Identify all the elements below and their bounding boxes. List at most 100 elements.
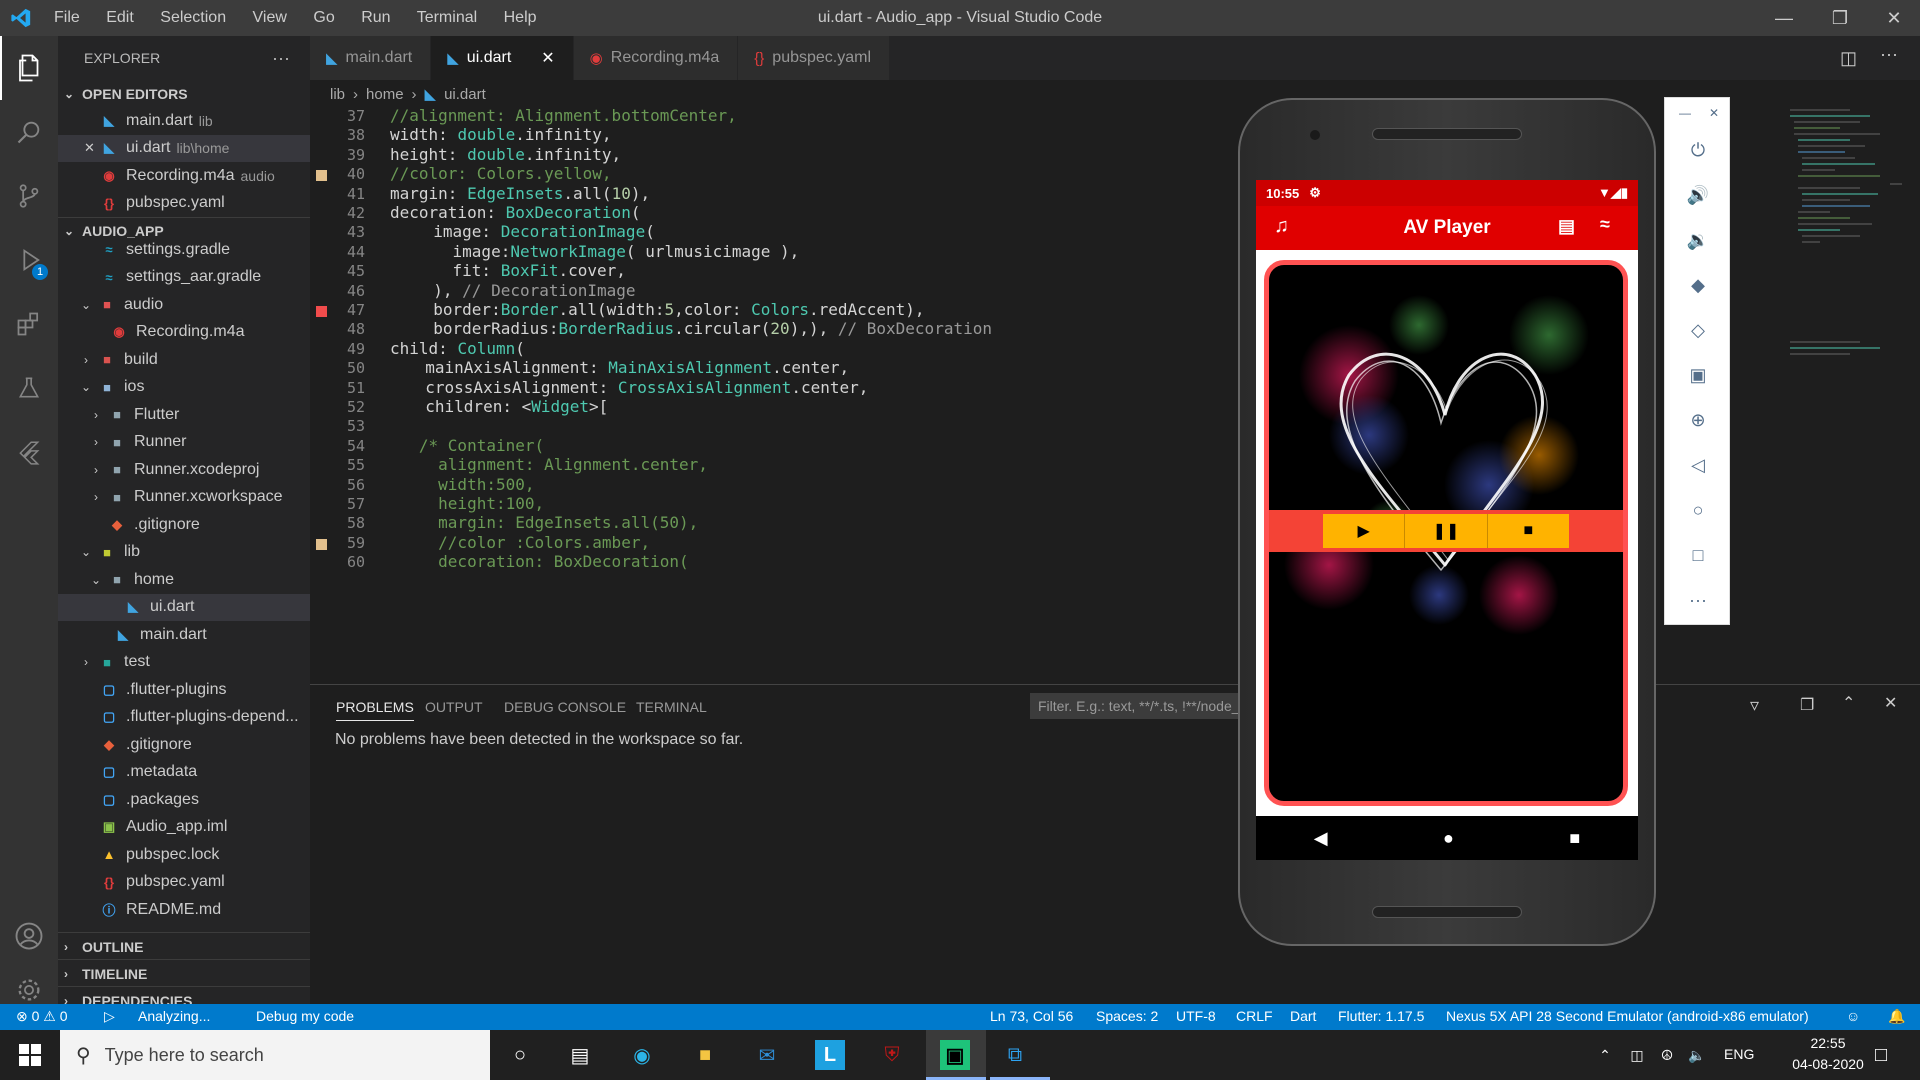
tree-folder[interactable]: ⌄ ■ lib [58,539,310,567]
tab-problems[interactable]: PROBLEMS [336,699,414,721]
minimap[interactable] [1790,106,1905,376]
tree-folder[interactable]: › ■ test [58,649,310,677]
edge-browser-icon[interactable]: ◉ [627,1040,657,1070]
app-l-icon[interactable]: L [815,1040,845,1070]
close-panel-icon[interactable]: ✕ [1884,693,1897,713]
run-debug-icon[interactable]: 1 [0,228,58,292]
filter-icon[interactable]: ▿ [1750,695,1759,716]
tree-item[interactable]: ▢ .metadata [58,759,310,787]
tree-item[interactable]: ◆ .gitignore [58,511,310,539]
tree-folder[interactable]: › ■ build [58,346,310,374]
speaker-icon[interactable]: 🔈 [1682,1040,1712,1070]
feedback-icon[interactable]: ☺ [1846,1008,1860,1024]
tree-item[interactable]: ◉ Recording.m4a [58,319,310,347]
rotate-right-icon[interactable]: ◇ [1665,308,1731,353]
tree-item[interactable]: ≈ settings_aar.gradle [58,264,310,292]
flutter-version[interactable]: Flutter: 1.17.5 [1338,1008,1424,1024]
show-hidden-icons[interactable]: ⌃ [1590,1040,1620,1070]
menu-run[interactable]: Run [361,9,390,26]
volume-up-icon[interactable]: 🔊 [1665,173,1731,218]
tree-item[interactable]: ▢ .flutter-plugins [58,676,310,704]
source-control-icon[interactable] [0,164,58,228]
home-icon[interactable]: ○ [1665,488,1731,533]
encoding[interactable]: UTF-8 [1176,1008,1216,1024]
minimize-icon[interactable]: — [1756,0,1812,36]
indentation[interactable]: Spaces: 2 [1096,1008,1158,1024]
notification-center-icon[interactable]: □ [1866,1040,1896,1070]
open-editor-item[interactable]: {} pubspec.yaml [58,190,310,218]
close-editor-icon[interactable]: ✕ [84,140,95,156]
open-editor-item[interactable]: ◉ Recording.m4a audio [58,162,310,190]
explorer-icon[interactable] [0,36,58,100]
tree-folder[interactable]: › ■ Flutter [58,401,310,429]
tree-folder[interactable]: › ■ Runner.xcworkspace [58,484,310,512]
menu-go[interactable]: Go [313,9,334,26]
pycharm-icon[interactable]: ▣ [940,1040,970,1070]
problems-status[interactable]: ⊗ 0 ⚠ 0 [16,1008,68,1025]
breadcrumb-item[interactable]: home [366,86,404,103]
debug-status[interactable]: Debug my code [256,1008,354,1024]
more-actions-icon[interactable]: ··· [272,48,290,69]
taskbar-search[interactable]: ⚲ Type here to search [60,1030,490,1080]
music-note-icon[interactable]: ♫ [1274,215,1289,238]
menu-help[interactable]: Help [504,9,537,26]
keyboard-language[interactable]: ENG [1724,1046,1754,1062]
extensions-icon[interactable] [0,292,58,356]
file-explorer-icon[interactable]: ■ [690,1040,720,1070]
network-icon[interactable]: ◫ [1622,1040,1652,1070]
menu-view[interactable]: View [253,9,287,26]
menu-selection[interactable]: Selection [160,9,226,26]
line-ending[interactable]: CRLF [1236,1008,1273,1024]
breadcrumb-item[interactable]: ui.dart [444,86,486,103]
recents-icon[interactable]: ■ [1569,828,1580,849]
more-actions-icon[interactable]: ··· [1880,44,1898,65]
tab-recording[interactable]: ◉ Recording.m4a [573,36,739,80]
stop-button[interactable]: ■ [1488,514,1569,548]
clock-time[interactable]: 22:55 [1790,1035,1866,1051]
tree-item[interactable]: ▣ Audio_app.iml [58,814,310,842]
clock-date[interactable]: 04-08-2020 [1790,1056,1866,1072]
cursor-position[interactable]: Ln 73, Col 56 [990,1008,1073,1024]
tree-item[interactable]: ▢ .flutter-plugins-depend... [58,704,310,732]
home-icon[interactable]: ● [1443,828,1454,849]
testing-icon[interactable] [0,356,58,420]
open-editor-item[interactable]: ◣ main.dart lib [58,107,310,135]
close-icon[interactable]: ✕ [1866,0,1920,36]
vscode-taskbar-icon[interactable]: ⧉ [1000,1040,1030,1070]
tree-item[interactable]: ◆ .gitignore [58,731,310,759]
analyzing-status[interactable]: Analyzing... [138,1008,210,1024]
dependencies-section[interactable]: › DEPENDENCIES [58,987,310,1005]
minimize-emulator-icon[interactable]: — [1679,106,1691,120]
phone-screen[interactable]: 10:55 ⚙ ▼◢▮ ♫ AV Player ▤ ≈ ▶ ❚❚ ■ ◀ ● ■ [1256,180,1638,860]
breadcrumb-item[interactable]: lib [330,86,345,103]
language-mode[interactable]: Dart [1290,1008,1316,1024]
search-icon[interactable] [0,100,58,164]
camera-icon[interactable]: ▣ [1665,353,1731,398]
tree-item[interactable]: ≈ settings.gradle [58,236,310,264]
more-icon[interactable]: ··· [1665,578,1731,623]
pause-button[interactable]: ❚❚ [1405,514,1488,548]
notifications-icon[interactable]: 🔔 [1888,1008,1905,1025]
flutter-icon[interactable] [0,420,58,484]
zoom-icon[interactable]: ⊕ [1665,398,1731,443]
play-button[interactable]: ▶ [1323,514,1406,548]
tree-folder[interactable]: ⌄ ■ audio [58,291,310,319]
mail-icon[interactable]: ✉ [752,1040,782,1070]
tree-item[interactable]: ▲ pubspec.lock [58,841,310,869]
split-editor-icon[interactable]: ◫ [1840,48,1857,69]
tree-folder[interactable]: ⌄ ■ ios [58,374,310,402]
tree-folder[interactable]: ⌄ ■ home [58,566,310,594]
mcafee-icon[interactable]: ⛨ [877,1040,907,1070]
cortana-icon[interactable]: ○ [505,1040,535,1070]
menu-file[interactable]: File [54,9,80,26]
rotate-left-icon[interactable]: ◆ [1665,263,1731,308]
tab-pubspec[interactable]: {} pubspec.yaml [738,36,891,80]
windows-start-icon[interactable] [15,1040,45,1070]
tab-main-dart[interactable]: ◣ main.dart [310,36,432,80]
tree-item[interactable]: ⓘ README.md [58,896,310,924]
timeline-section[interactable]: › TIMELINE [58,960,310,987]
wifi-icon[interactable]: ☮ [1652,1040,1682,1070]
power-icon[interactable]: ⏻ [1665,128,1731,173]
tree-folder[interactable]: › ■ Runner.xcodeproj [58,456,310,484]
back-icon[interactable]: ◁ [1665,443,1731,488]
